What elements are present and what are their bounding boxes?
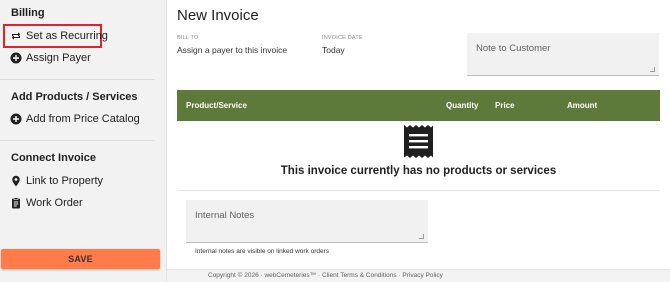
set-recurring-button[interactable]: Set as Recurring <box>10 27 108 45</box>
column-product-service: Product/Service <box>186 101 247 110</box>
page-title: New Invoice <box>177 7 259 24</box>
column-amount: Amount <box>567 101 598 110</box>
repeat-icon <box>10 30 22 42</box>
internal-notes-placeholder: Internal Notes <box>195 210 255 221</box>
connect-heading: Connect Invoice <box>11 152 96 164</box>
billing-heading: Billing <box>11 7 45 19</box>
invoice-date-label: INVOICE DATE <box>322 35 363 41</box>
internal-notes-field[interactable]: Internal Notes <box>186 200 428 243</box>
map-pin-icon <box>10 175 22 187</box>
footer-brand-link[interactable]: webCemeteries™ <box>264 272 316 279</box>
receipt-icon <box>403 125 434 158</box>
footer-copyright: Copyright © 2026 · <box>208 272 263 279</box>
add-circle-icon <box>10 113 22 125</box>
column-quantity: Quantity <box>446 101 479 110</box>
sidebar-divider <box>0 79 155 80</box>
client-terms-link[interactable]: Client Terms & Conditions <box>322 272 397 279</box>
work-order-button[interactable]: Work Order <box>10 194 83 212</box>
note-to-customer-field[interactable]: Note to Customer <box>467 33 659 76</box>
add-from-catalog-button[interactable]: Add from Price Catalog <box>10 110 140 128</box>
link-to-property-label: Link to Property <box>26 175 104 187</box>
sidebar-divider <box>0 140 155 141</box>
bill-to-label: BILL TO <box>177 35 199 41</box>
note-to-customer-placeholder: Note to Customer <box>476 43 551 54</box>
privacy-policy-link[interactable]: Privacy Policy <box>402 272 442 279</box>
set-recurring-label: Set as Recurring <box>26 30 108 42</box>
empty-products-message: This invoice currently has no products o… <box>280 165 557 177</box>
assign-payer-button[interactable]: Assign Payer <box>10 49 91 67</box>
save-button[interactable]: SAVE <box>1 249 160 269</box>
products-heading: Add Products / Services <box>11 91 138 103</box>
resize-handle-icon[interactable] <box>650 67 655 72</box>
invoice-main: New Invoice BILL TO Assign a payer to th… <box>167 0 670 282</box>
footer-separator: · <box>398 272 401 279</box>
add-circle-icon <box>10 52 22 64</box>
footer: Copyright © 2026 · webCemeteries™ · Clie… <box>167 269 670 282</box>
column-price: Price <box>495 101 515 110</box>
resize-handle-icon[interactable] <box>419 234 424 239</box>
bill-to-value[interactable]: Assign a payer to this invoice <box>177 45 287 55</box>
internal-notes-help-text: Internal notes are visible on linked wor… <box>195 248 330 255</box>
products-table-header: Product/Service Quantity Price Amount <box>177 90 660 121</box>
sidebar: Billing Set as Recurring Assign Payer Ad… <box>0 0 167 282</box>
work-order-label: Work Order <box>26 197 83 209</box>
clipboard-icon <box>10 197 22 209</box>
link-to-property-button[interactable]: Link to Property <box>10 172 103 190</box>
add-from-catalog-label: Add from Price Catalog <box>26 113 140 125</box>
assign-payer-label: Assign Payer <box>26 52 91 64</box>
section-divider <box>177 190 660 191</box>
footer-separator: · <box>317 272 321 279</box>
invoice-date-value[interactable]: Today <box>322 45 345 55</box>
